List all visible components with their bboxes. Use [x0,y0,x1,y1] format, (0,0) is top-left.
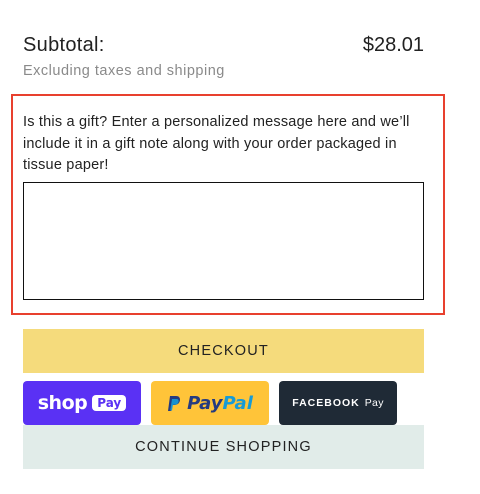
gift-message-input[interactable] [23,182,424,300]
subtotal-value: $28.01 [362,34,424,56]
tax-note: Excluding taxes and shipping [23,63,225,79]
facebook-pay-button[interactable]: FACEBOOK Pay [279,381,397,425]
continue-shopping-button[interactable]: CONTINUE SHOPPING [23,425,424,469]
paypal-button[interactable]: Pay Pal [151,381,269,425]
shop-pay-button[interactable]: shop Pay [23,381,141,425]
facebook-pay-word: FACEBOOK [292,397,360,409]
checkout-button[interactable]: CHECKOUT [23,329,424,373]
subtotal-row: Subtotal: $28.01 [23,34,424,57]
gift-message-prompt: Is this a gift? Enter a personalized mes… [23,114,410,173]
paypal-word-part1: Pay [187,392,223,414]
paypal-logo: Pay Pal [167,393,253,414]
facebook-pay-suffix: Pay [364,397,384,409]
paypal-icon [167,395,181,412]
shop-pay-logo-word: shop [37,392,88,414]
paypal-word-part2: Pal [222,392,253,414]
shop-pay-logo-chip: Pay [92,395,127,411]
facebook-pay-logo: FACEBOOK Pay [292,397,384,409]
subtotal-label: Subtotal: [23,34,105,56]
